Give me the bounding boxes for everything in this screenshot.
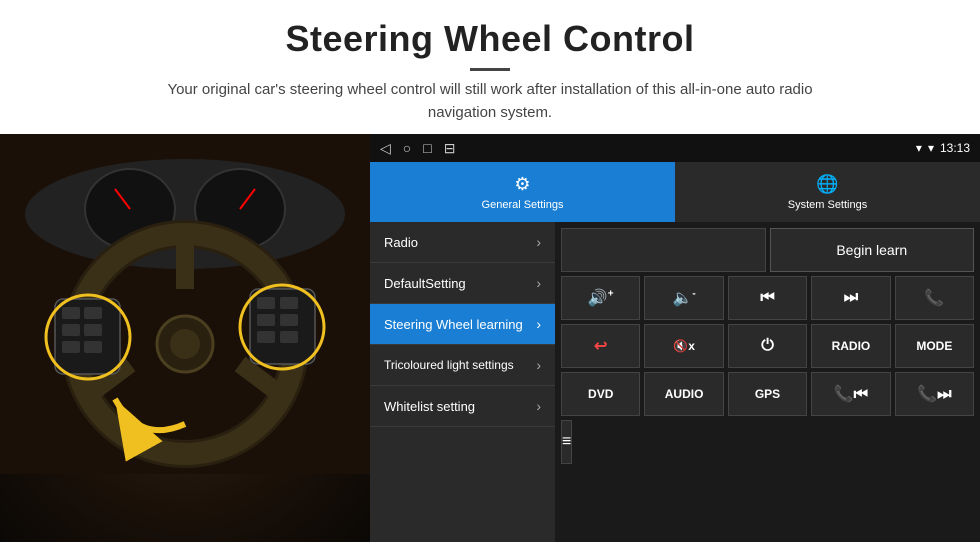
chevron-right-icon: › (536, 234, 541, 250)
tab-system-label: System Settings (788, 199, 867, 211)
status-bar-info: ▾ ▾ 13:13 (916, 141, 970, 155)
controls-row-4: ≡ (561, 420, 974, 464)
car-background (0, 134, 370, 542)
general-settings-icon: ⚙ (514, 174, 530, 195)
menu-item-steering-label: Steering Wheel learning (384, 317, 523, 332)
radio-button[interactable]: RADIO (811, 324, 890, 368)
power-button[interactable]: ⏻ (728, 324, 807, 368)
empty-input-box (561, 228, 766, 272)
phone-icon: 📞 (924, 288, 944, 308)
main-content: Radio › DefaultSetting › Steering Wheel … (370, 222, 980, 542)
status-bar: ◁ ○ □ ⊟ ▾ ▾ 13:13 (370, 134, 980, 162)
tel-next-button[interactable]: 📞⏭ (895, 372, 974, 416)
tel-prev-button[interactable]: 📞⏮ (811, 372, 890, 416)
menu-panel: Radio › DefaultSetting › Steering Wheel … (370, 222, 555, 542)
android-ui: ◁ ○ □ ⊟ ▾ ▾ 13:13 ⚙ General Settings (370, 134, 980, 542)
next-track-button[interactable]: ⏭ (811, 276, 890, 320)
controls-row-1: 🔊+ 🔈- ⏮ ⏭ 📞 (561, 276, 974, 320)
menu-icon: ≡ (562, 433, 571, 451)
menu-item-default[interactable]: DefaultSetting › (370, 263, 555, 304)
menu-item-whitelist-label: Whitelist setting (384, 399, 475, 414)
status-bar-nav: ◁ ○ □ ⊟ (380, 140, 455, 157)
wifi-icon: ▾ (928, 141, 934, 155)
volume-down-icon: 🔈- (672, 288, 695, 308)
menu-item-steering[interactable]: Steering Wheel learning › (370, 304, 555, 345)
steering-wheel-svg (0, 134, 370, 474)
begin-learn-button[interactable]: Begin learn (770, 228, 975, 272)
hang-up-icon: ↩ (594, 336, 607, 356)
home-nav-icon[interactable]: ○ (403, 140, 411, 156)
phone-answer-button[interactable]: 📞 (895, 276, 974, 320)
car-image-area (0, 134, 370, 542)
tel-prev-icon: 📞⏮ (834, 384, 868, 404)
menu-item-default-label: DefaultSetting (384, 276, 466, 291)
menu-icon-button[interactable]: ≡ (561, 420, 572, 464)
subtitle: Your original car's steering wheel contr… (140, 79, 840, 124)
gps-button[interactable]: GPS (728, 372, 807, 416)
app-nav-icon[interactable]: ⊟ (444, 140, 456, 157)
audio-button[interactable]: AUDIO (644, 372, 723, 416)
volume-down-button[interactable]: 🔈- (644, 276, 723, 320)
page-wrapper: Steering Wheel Control Your original car… (0, 0, 980, 542)
recent-nav-icon[interactable]: □ (423, 140, 431, 156)
menu-item-radio[interactable]: Radio › (370, 222, 555, 263)
prev-track-button[interactable]: ⏮ (728, 276, 807, 320)
header-section: Steering Wheel Control Your original car… (0, 0, 980, 134)
system-settings-icon: 🌐 (816, 174, 838, 195)
chevron-right-icon: › (536, 357, 541, 373)
tab-bar: ⚙ General Settings 🌐 System Settings (370, 162, 980, 222)
chevron-right-icon: › (536, 398, 541, 414)
menu-item-whitelist[interactable]: Whitelist setting › (370, 386, 555, 427)
controls-panel: Begin learn 🔊+ 🔈- ⏮ (555, 222, 980, 542)
signal-icon: ▾ (916, 141, 922, 155)
volume-up-icon: 🔊+ (588, 288, 614, 308)
skip-next-icon: ⏭ (844, 289, 858, 307)
mode-button[interactable]: MODE (895, 324, 974, 368)
controls-row-3: DVD AUDIO GPS 📞⏮ 📞⏭ (561, 372, 974, 416)
menu-item-radio-label: Radio (384, 235, 418, 250)
mute-button[interactable]: 🔇x (644, 324, 723, 368)
title-divider (470, 68, 510, 71)
menu-item-tricoloured[interactable]: Tricoloured light settings › (370, 345, 555, 386)
skip-prev-icon: ⏮ (760, 289, 774, 307)
volume-up-button[interactable]: 🔊+ (561, 276, 640, 320)
clock: 13:13 (940, 141, 970, 155)
content-area: ◁ ○ □ ⊟ ▾ ▾ 13:13 ⚙ General Settings (0, 134, 980, 542)
tab-general-label: General Settings (482, 199, 564, 211)
hang-up-button[interactable]: ↩ (561, 324, 640, 368)
back-nav-icon[interactable]: ◁ (380, 140, 391, 157)
menu-item-tricoloured-label: Tricoloured light settings (384, 358, 514, 372)
chevron-right-icon: › (536, 275, 541, 291)
dvd-button[interactable]: DVD (561, 372, 640, 416)
power-icon: ⏻ (761, 337, 774, 355)
begin-learn-row: Begin learn (561, 228, 974, 272)
tab-general[interactable]: ⚙ General Settings (370, 162, 675, 222)
page-title: Steering Wheel Control (20, 18, 960, 60)
chevron-right-icon: › (536, 316, 541, 332)
tel-next-icon: 📞⏭ (917, 384, 951, 404)
tab-system[interactable]: 🌐 System Settings (675, 162, 980, 222)
mute-icon: 🔇x (673, 339, 695, 353)
controls-row-2: ↩ 🔇x ⏻ RADIO MODE (561, 324, 974, 368)
